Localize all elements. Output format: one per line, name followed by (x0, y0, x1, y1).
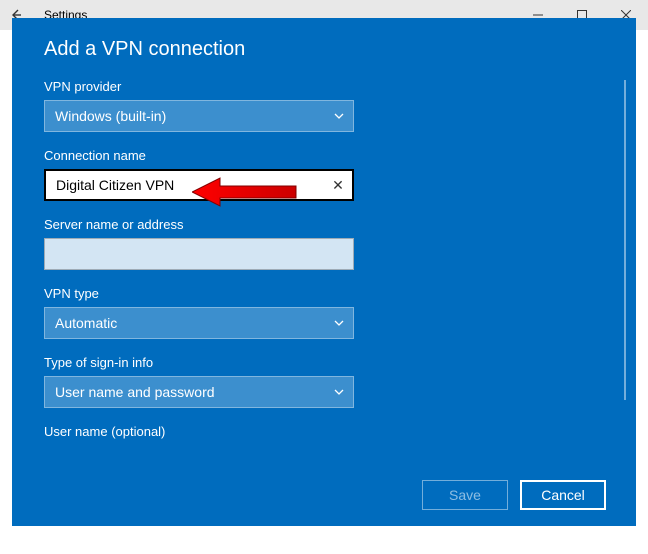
input-server-wrap[interactable] (44, 238, 354, 270)
label-vpn-type: VPN type (44, 286, 596, 301)
select-vpn-provider-value: Windows (built-in) (55, 108, 166, 124)
cancel-button[interactable]: Cancel (520, 480, 606, 510)
select-signin[interactable]: User name and password (44, 376, 354, 408)
field-connection-name: Connection name ✕ (44, 148, 596, 201)
label-server: Server name or address (44, 217, 596, 232)
input-connection-name[interactable] (46, 177, 324, 193)
select-signin-value: User name and password (55, 384, 215, 400)
chevron-down-icon (333, 386, 345, 398)
field-signin: Type of sign-in info User name and passw… (44, 355, 596, 408)
label-connection-name: Connection name (44, 148, 596, 163)
label-username: User name (optional) (44, 424, 596, 439)
vpn-dialog: Add a VPN connection VPN provider Window… (12, 18, 636, 526)
chevron-down-icon (333, 110, 345, 122)
select-vpn-provider[interactable]: Windows (built-in) (44, 100, 354, 132)
label-vpn-provider: VPN provider (44, 79, 596, 94)
input-connection-name-wrap[interactable]: ✕ (44, 169, 354, 201)
clear-input-button[interactable]: ✕ (324, 177, 352, 194)
dialog-title: Add a VPN connection (44, 38, 596, 61)
select-vpn-type[interactable]: Automatic (44, 307, 354, 339)
field-server: Server name or address (44, 217, 596, 270)
field-username: User name (optional) (44, 424, 596, 439)
field-vpn-provider: VPN provider Windows (built-in) (44, 79, 596, 132)
scrollbar-thumb[interactable] (624, 80, 626, 400)
chevron-down-icon (333, 317, 345, 329)
field-vpn-type: VPN type Automatic (44, 286, 596, 339)
select-vpn-type-value: Automatic (55, 315, 117, 331)
input-server[interactable] (45, 246, 353, 262)
label-signin: Type of sign-in info (44, 355, 596, 370)
save-button[interactable]: Save (422, 480, 508, 510)
